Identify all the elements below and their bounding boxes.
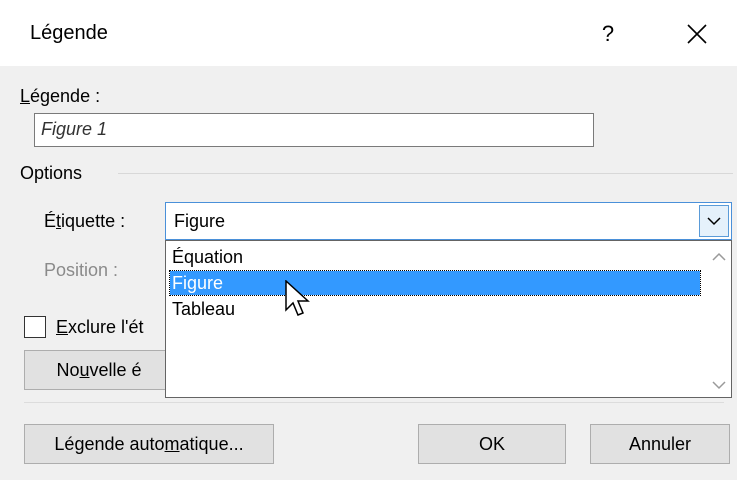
- caption-dialog: Légende ? Légende : Figure 1 Options Éti…: [0, 0, 737, 480]
- etiquette-label: Étiquette :: [44, 211, 126, 231]
- ok-button[interactable]: OK: [418, 424, 566, 464]
- mouse-pointer-icon: [285, 280, 310, 316]
- dropdown-option-tableau[interactable]: Tableau: [170, 297, 700, 321]
- caption-input[interactable]: Figure 1: [34, 113, 594, 147]
- close-button[interactable]: [673, 12, 723, 56]
- chevron-down-icon: [707, 217, 721, 226]
- title-bar: Légende ?: [0, 0, 737, 66]
- dropdown-option-equation[interactable]: Équation: [170, 245, 700, 269]
- dropdown-option-figure[interactable]: Figure: [169, 270, 701, 296]
- auto-caption-button[interactable]: Légende automatique...: [24, 424, 274, 464]
- help-button[interactable]: ?: [588, 14, 628, 54]
- buttons-separator: [24, 402, 724, 403]
- new-label-button[interactable]: Nouvelle é: [24, 350, 174, 390]
- scroll-up-icon[interactable]: [711, 251, 727, 263]
- exclude-label-checkbox[interactable]: [24, 316, 46, 338]
- options-group-label: Options: [20, 163, 83, 183]
- position-label: Position :: [44, 260, 119, 280]
- exclude-label-text: Exclure l'ét: [56, 317, 144, 337]
- cancel-button[interactable]: Annuler: [590, 424, 730, 464]
- scroll-down-icon[interactable]: [711, 379, 727, 391]
- dialog-title: Légende: [30, 22, 108, 44]
- etiquette-selected-value: Figure: [174, 211, 226, 231]
- caption-label: Légende :: [20, 86, 101, 106]
- etiquette-dropdown-list: Équation Figure Tableau: [165, 240, 732, 398]
- options-divider: [118, 173, 733, 174]
- combobox-dropdown-button[interactable]: [699, 205, 729, 237]
- etiquette-combobox[interactable]: Figure: [165, 202, 732, 240]
- close-icon: [687, 24, 707, 44]
